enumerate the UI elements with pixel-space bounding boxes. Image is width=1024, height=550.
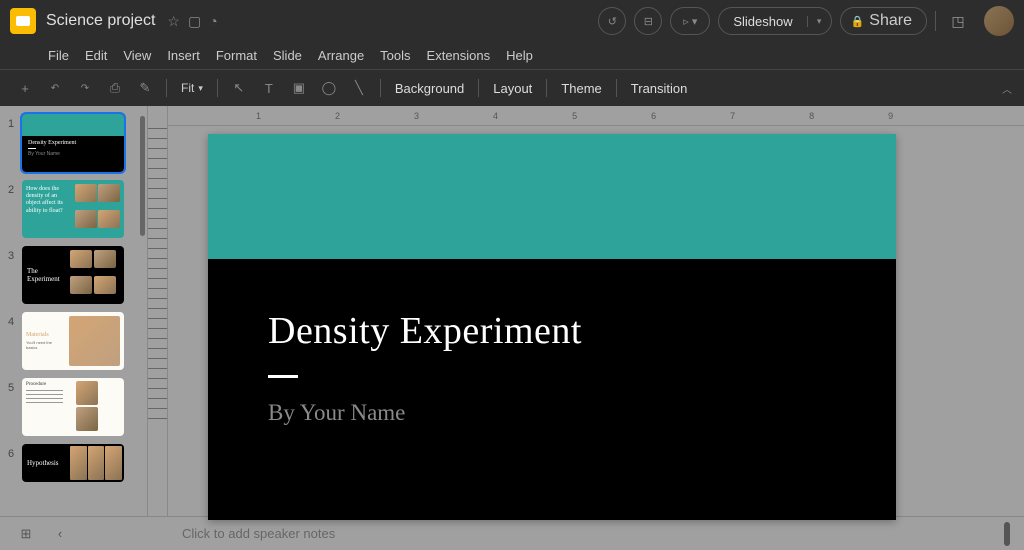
- slide-number: 1: [4, 114, 18, 130]
- menu-arrange[interactable]: Arrange: [310, 44, 372, 67]
- slide-thumbnail-5[interactable]: Procedure: [22, 378, 124, 436]
- slide-canvas[interactable]: Density Experiment By Your Name: [208, 134, 896, 520]
- share-label: Share: [869, 12, 912, 30]
- separator: [217, 79, 218, 97]
- speaker-notes-input[interactable]: Click to add speaker notes: [182, 526, 1004, 541]
- slide-thumb-row: 3 The Experiment: [4, 246, 143, 304]
- slide-thumb-row: 4 MaterialsYou'll need the basics: [4, 312, 143, 370]
- side-panel-toggle[interactable]: ◳: [944, 7, 972, 35]
- zoom-select[interactable]: Fit ▾: [175, 81, 209, 95]
- divider: [935, 11, 936, 31]
- layout-button[interactable]: Layout: [487, 81, 538, 96]
- select-tool[interactable]: ↖: [226, 75, 252, 101]
- slide-number: 2: [4, 180, 18, 196]
- undo-button[interactable]: ↶: [42, 75, 68, 101]
- content-area: 1 Density Experiment By Your Name 2 How …: [0, 106, 1024, 516]
- menu-slide[interactable]: Slide: [265, 44, 310, 67]
- slideshow-dropdown[interactable]: ▾: [807, 16, 831, 27]
- cloud-status-icon[interactable]: ◔: [209, 13, 217, 29]
- history-button[interactable]: ↺: [598, 7, 626, 35]
- paint-format-button[interactable]: ✎: [132, 75, 158, 101]
- meet-button[interactable]: ▹ ▾: [670, 7, 710, 35]
- lock-icon: 🔒: [851, 15, 865, 28]
- slide-number: 4: [4, 312, 18, 328]
- slide-title[interactable]: Density Experiment: [208, 259, 896, 353]
- separator: [478, 79, 479, 97]
- background-button[interactable]: Background: [389, 81, 470, 96]
- separator: [616, 79, 617, 97]
- grid-view-button[interactable]: ⊞: [14, 522, 38, 546]
- menu-help[interactable]: Help: [498, 44, 541, 67]
- slideshow-button[interactable]: Slideshow: [719, 14, 806, 29]
- document-name[interactable]: Science project: [46, 12, 155, 30]
- comments-button[interactable]: ⊟: [634, 7, 662, 35]
- menu-extensions[interactable]: Extensions: [419, 44, 499, 67]
- slide-thumb-row: 5 Procedure: [4, 378, 143, 436]
- menu-edit[interactable]: Edit: [77, 44, 115, 67]
- image-button[interactable]: ▣: [286, 75, 312, 101]
- slide-number: 3: [4, 246, 18, 262]
- menubar: File Edit View Insert Format Slide Arran…: [0, 42, 1024, 70]
- sidebar-scrollbar[interactable]: [140, 116, 145, 236]
- menu-view[interactable]: View: [115, 44, 159, 67]
- separator: [546, 79, 547, 97]
- title-band: [208, 134, 896, 259]
- slide-panel: 1 Density Experiment By Your Name 2 How …: [0, 106, 148, 516]
- line-button[interactable]: ╲: [346, 75, 372, 101]
- transition-button[interactable]: Transition: [625, 81, 694, 96]
- slide-thumbnail-4[interactable]: MaterialsYou'll need the basics: [22, 312, 124, 370]
- explore-collapse-button[interactable]: ‹: [48, 522, 72, 546]
- horizontal-ruler: 1 2 3 4 5 6 7 8 9: [168, 106, 1024, 126]
- slide-thumbnail-1[interactable]: Density Experiment By Your Name: [22, 114, 124, 172]
- share-button[interactable]: 🔒 Share: [840, 7, 927, 35]
- slide-thumbnail-3[interactable]: The Experiment: [22, 246, 124, 304]
- titlebar: Science project ☆ ▢ ◔ ↺ ⊟ ▹ ▾ Slideshow …: [0, 0, 1024, 42]
- canvas-area: 1 2 3 4 5 6 7 8 9 Density Experiment By …: [168, 106, 1024, 516]
- slideshow-button-group: Slideshow ▾: [718, 7, 831, 35]
- shape-button[interactable]: ◯: [316, 75, 342, 101]
- menu-tools[interactable]: Tools: [372, 44, 418, 67]
- print-button[interactable]: ⎙: [102, 75, 128, 101]
- slide-thumbnail-6[interactable]: Hypothesis: [22, 444, 124, 482]
- new-slide-button[interactable]: +: [12, 75, 38, 101]
- star-icon[interactable]: ☆: [167, 13, 180, 30]
- user-avatar[interactable]: [984, 6, 1014, 36]
- menu-file[interactable]: File: [40, 44, 77, 67]
- move-icon[interactable]: ▢: [188, 13, 201, 30]
- slide-thumb-row: 2 How does the density of an object affe…: [4, 180, 143, 238]
- menu-insert[interactable]: Insert: [159, 44, 208, 67]
- separator: [380, 79, 381, 97]
- separator: [166, 79, 167, 97]
- toolbar: + ↶ ↷ ⎙ ✎ Fit ▾ ↖ T ▣ ◯ ╲ Background Lay…: [0, 70, 1024, 106]
- slide-number: 6: [4, 444, 18, 460]
- slide-thumb-row: 6 Hypothesis: [4, 444, 143, 482]
- slides-logo[interactable]: [10, 8, 36, 34]
- vertical-ruler: [148, 106, 168, 516]
- textbox-button[interactable]: T: [256, 75, 282, 101]
- redo-button[interactable]: ↷: [72, 75, 98, 101]
- slide-subtitle[interactable]: By Your Name: [208, 378, 896, 426]
- collapse-toolbar-icon[interactable]: ︿: [1002, 81, 1012, 96]
- theme-button[interactable]: Theme: [555, 81, 607, 96]
- slide-thumbnail-2[interactable]: How does the density of an object affect…: [22, 180, 124, 238]
- menu-format[interactable]: Format: [208, 44, 265, 67]
- slide-number: 5: [4, 378, 18, 394]
- slide-thumb-row: 1 Density Experiment By Your Name: [4, 114, 143, 172]
